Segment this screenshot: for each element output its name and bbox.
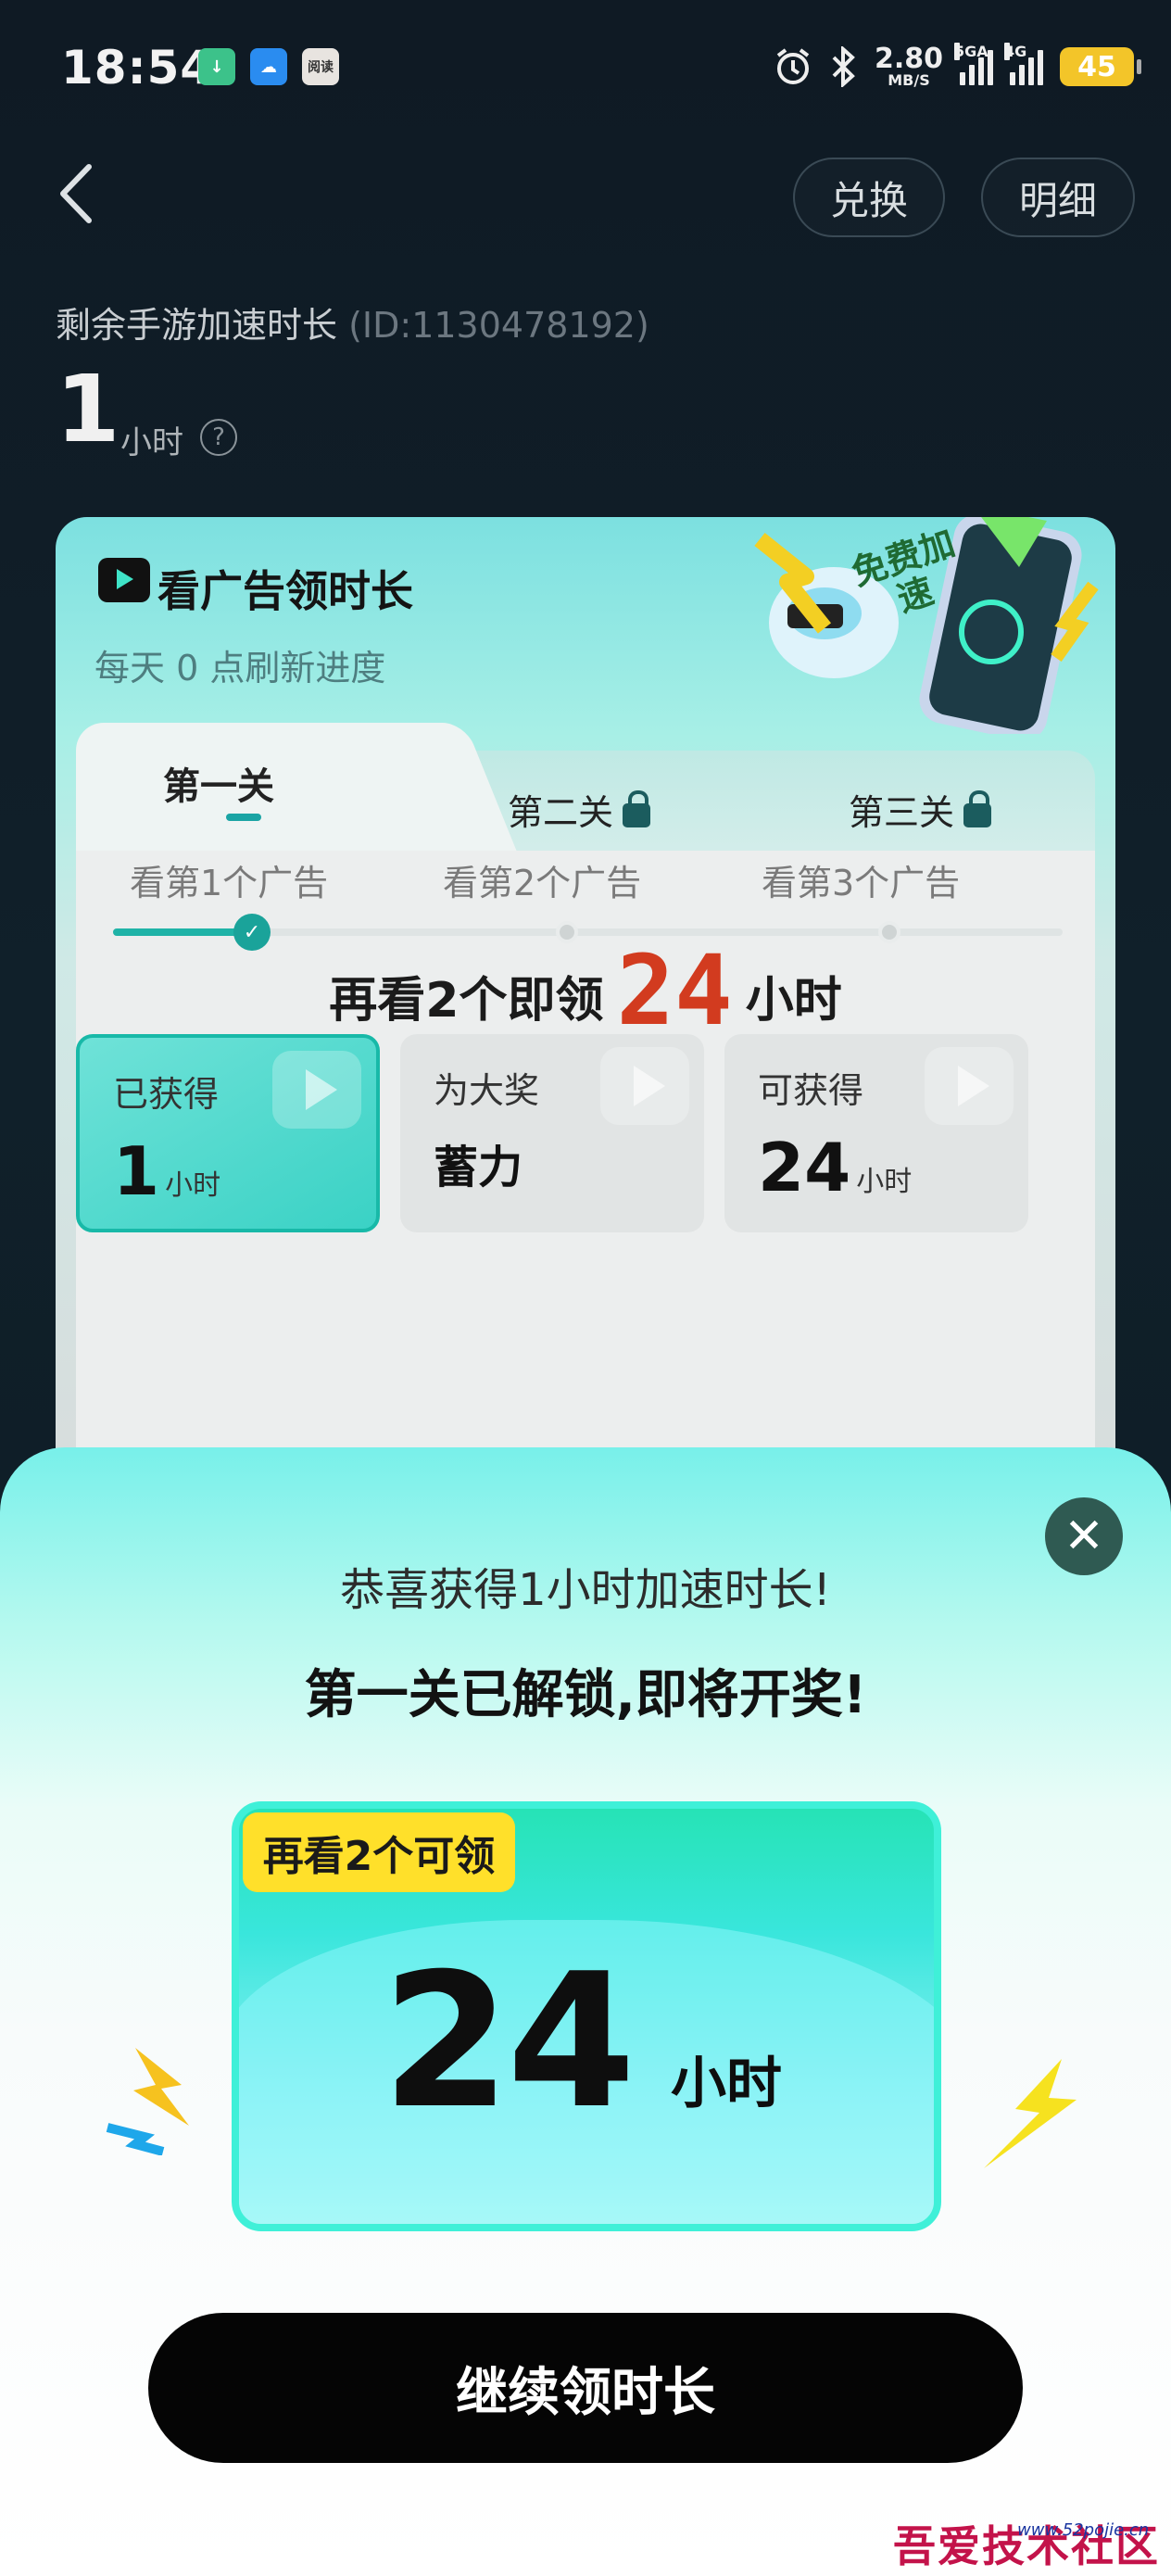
system-indicators: 2.80 MB/S 5GA 4G 45: [773, 41, 1141, 93]
level-tabs: 第一关 第二关 第三关: [76, 723, 1095, 871]
signal-5ga-icon: 5GA: [954, 43, 993, 85]
tab-level-1-label[interactable]: 第一关: [163, 756, 274, 810]
remaining-time-label: 剩余手游加速时长 (ID:1130478192): [56, 305, 649, 346]
watch-ad-card: 看广告领时长 每天 0 点刷新进度 免费加速 第一关 第二关 第三关 再看2个即…: [56, 517, 1115, 1499]
obtainable-box: 可获得 24 小时: [724, 1034, 1028, 1232]
back-arrow-icon[interactable]: [56, 161, 98, 226]
step-label-3: 看第3个广告: [762, 863, 961, 903]
tab-underline: [226, 814, 261, 821]
remaining-unit: 小时: [120, 424, 183, 461]
step-node-3: [878, 921, 900, 943]
prize-hours: 24: [382, 1934, 636, 2150]
reader-icon: 阅读: [302, 48, 339, 85]
lightning-left-icon: [106, 2048, 189, 2155]
lightning-right-icon: [984, 2059, 1077, 2168]
watermark-url: www.52pojie.cn: [1017, 2520, 1150, 2540]
notification-icons: ↓ ☁ 阅读: [198, 48, 339, 85]
prize-unit: 小时: [671, 2052, 782, 2116]
step-node-done: ✓: [233, 914, 271, 951]
continue-button[interactable]: 继续领时长: [148, 2313, 1023, 2463]
modal-message: 恭喜获得1小时加速时长!: [340, 1564, 831, 1616]
tv-play-icon: [98, 558, 150, 602]
user-id: (ID:1130478192): [348, 305, 649, 346]
level-panel: 再看2个即领 24 小时 看第1个广告 看第2个广告 看第3个广告 ✓ 已获得 1小…: [76, 851, 1095, 1499]
progress-fill: [113, 928, 246, 936]
step-label-2: 看第2个广告: [443, 863, 642, 903]
lock-icon: [963, 789, 992, 827]
earned-box: 已获得 1 小时: [76, 1034, 380, 1232]
cloud-icon: ☁: [250, 48, 287, 85]
modal-headline: 第一关已解锁,即将开奖!: [304, 1665, 867, 1725]
card-subtitle: 每天 0 点刷新进度: [94, 648, 386, 688]
step-node-2: [556, 921, 578, 943]
download-icon: ↓: [198, 48, 235, 85]
exchange-button[interactable]: 兑换: [793, 158, 945, 237]
battery-indicator: 45: [1060, 47, 1141, 86]
tab-level-3[interactable]: 第三关: [849, 784, 992, 835]
bluetooth-icon: [832, 46, 855, 87]
progress-headline: 再看2个即领 24 小时: [329, 934, 842, 1047]
status-bar: 18:54 ↓ ☁ 阅读 2.80 MB/S 5GA 4G 45: [0, 0, 1171, 139]
card-title: 看广告领时长: [157, 566, 413, 616]
tab-level-2[interactable]: 第二关: [508, 784, 651, 835]
help-icon[interactable]: ?: [200, 419, 237, 456]
signal-4g-icon: 4G: [1004, 43, 1043, 85]
remaining-hours: 1: [56, 355, 120, 463]
status-time: 18:54: [61, 41, 214, 95]
detail-button[interactable]: 明细: [981, 158, 1135, 237]
watch-more-badge: 再看2个可领: [243, 1812, 515, 1892]
alarm-icon: [776, 48, 810, 84]
charging-box: 为大奖 蓄力: [400, 1034, 704, 1232]
network-speed: 2.80 MB/S: [874, 43, 943, 89]
lock-icon: [623, 789, 651, 827]
step-label-1: 看第1个广告: [130, 863, 329, 903]
